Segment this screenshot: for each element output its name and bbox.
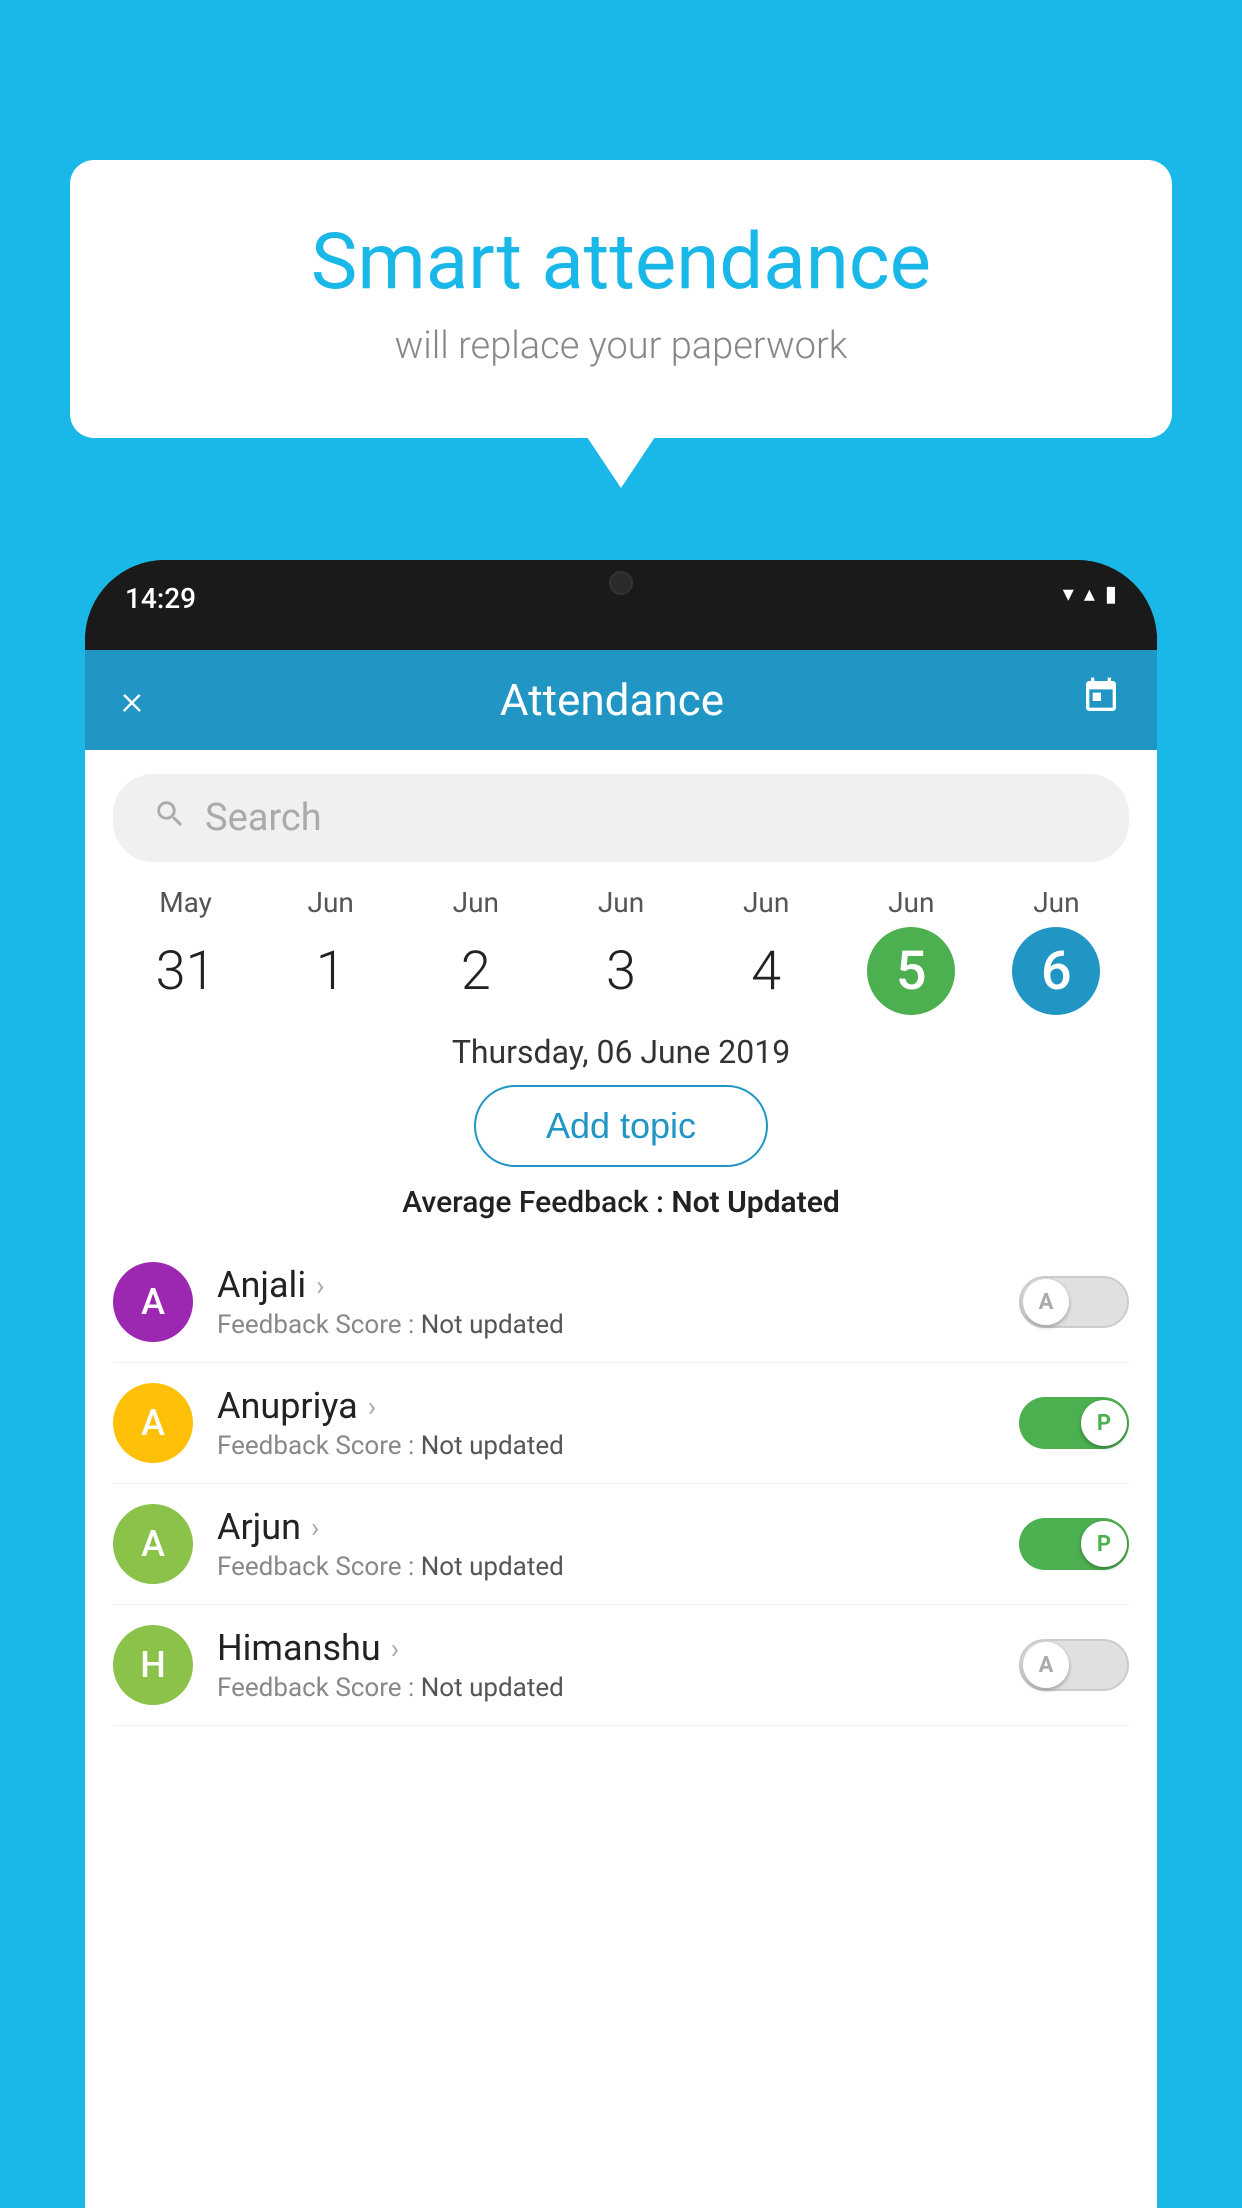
toggle-container-0[interactable]: A	[1019, 1276, 1129, 1328]
app-screen: × Attendance Search May31Jun1Jun2Jun3Jun…	[85, 650, 1157, 2208]
date-month-5: Jun	[839, 886, 984, 919]
battery-icon: ▮	[1105, 582, 1117, 607]
student-item-2: A Arjun › Feedback Score : Not updated P	[113, 1484, 1129, 1605]
app-header: × Attendance	[85, 650, 1157, 750]
student-avatar-3: H	[113, 1625, 193, 1705]
avg-feedback-value: Not Updated	[671, 1185, 839, 1220]
feedback-value-2: Not updated	[421, 1552, 564, 1582]
date-item-6[interactable]: Jun 6	[984, 886, 1129, 1015]
student-chevron-2: ›	[311, 1511, 319, 1544]
toggle-container-3[interactable]: A	[1019, 1639, 1129, 1691]
date-item-2[interactable]: Jun 2	[403, 886, 548, 1015]
student-avatar-2: A	[113, 1504, 193, 1584]
date-month-1: Jun	[258, 886, 403, 919]
student-feedback-0: Feedback Score : Not updated	[217, 1310, 1003, 1340]
date-strip: May 31 Jun 1 Jun 2 Jun 3 Jun 4 Jun 5 Jun 6	[85, 886, 1157, 1015]
phone-notch	[556, 560, 686, 606]
student-feedback-3: Feedback Score : Not updated	[217, 1673, 1003, 1703]
speech-bubble: Smart attendance will replace your paper…	[70, 160, 1172, 438]
student-feedback-1: Feedback Score : Not updated	[217, 1431, 1003, 1461]
student-item-1: A Anupriya › Feedback Score : Not updated P	[113, 1363, 1129, 1484]
date-number-2: 2	[432, 927, 520, 1015]
student-info-2[interactable]: Arjun › Feedback Score : Not updated	[217, 1506, 1003, 1582]
toggle-knob-1: P	[1081, 1400, 1127, 1446]
attendance-toggle-3[interactable]: A	[1019, 1639, 1129, 1691]
date-month-6: Jun	[984, 886, 1129, 919]
toggle-knob-2: P	[1081, 1521, 1127, 1567]
toggle-container-1[interactable]: P	[1019, 1397, 1129, 1449]
date-month-3: Jun	[548, 886, 693, 919]
phone-frame: 14:29 ▾ ▴ ▮ × Attendance	[85, 560, 1157, 2208]
status-time: 14:29	[125, 582, 196, 615]
date-month-0: May	[113, 886, 258, 919]
close-button[interactable]: ×	[121, 676, 143, 725]
student-item-0: A Anjali › Feedback Score : Not updated A	[113, 1242, 1129, 1363]
date-item-3[interactable]: Jun 3	[548, 886, 693, 1015]
date-number-4: 4	[722, 927, 810, 1015]
attendance-toggle-2[interactable]: P	[1019, 1518, 1129, 1570]
student-name-0: Anjali ›	[217, 1264, 1003, 1306]
date-item-1[interactable]: Jun 1	[258, 886, 403, 1015]
student-list: AAnjali ›Feedback Score : Not updatedAAA…	[85, 1242, 1157, 1726]
feedback-value-0: Not updated	[421, 1310, 564, 1340]
status-icons: ▾ ▴ ▮	[1063, 582, 1117, 607]
student-chevron-0: ›	[316, 1269, 324, 1302]
toggle-knob-0: A	[1023, 1279, 1069, 1325]
attendance-toggle-0[interactable]: A	[1019, 1276, 1129, 1328]
student-name-2: Arjun ›	[217, 1506, 1003, 1548]
student-feedback-2: Feedback Score : Not updated	[217, 1552, 1003, 1582]
header-title: Attendance	[500, 674, 724, 726]
date-month-2: Jun	[403, 886, 548, 919]
wifi-icon: ▾	[1063, 582, 1074, 607]
student-avatar-1: A	[113, 1383, 193, 1463]
avg-feedback-label: Average Feedback :	[402, 1185, 671, 1220]
student-name-3: Himanshu ›	[217, 1627, 1003, 1669]
student-info-3[interactable]: Himanshu › Feedback Score : Not updated	[217, 1627, 1003, 1703]
toggle-container-2[interactable]: P	[1019, 1518, 1129, 1570]
date-number-6: 6	[1012, 927, 1100, 1015]
date-item-4[interactable]: Jun 4	[694, 886, 839, 1015]
student-info-0[interactable]: Anjali › Feedback Score : Not updated	[217, 1264, 1003, 1340]
date-number-0: 31	[142, 927, 230, 1015]
bubble-title: Smart attendance	[150, 220, 1092, 306]
status-bar: 14:29 ▾ ▴ ▮	[85, 560, 1157, 650]
search-placeholder: Search	[205, 796, 322, 840]
date-month-4: Jun	[694, 886, 839, 919]
feedback-value-1: Not updated	[421, 1431, 564, 1461]
selected-date: Thursday, 06 June 2019	[85, 1033, 1157, 1071]
student-info-1[interactable]: Anupriya › Feedback Score : Not updated	[217, 1385, 1003, 1461]
attendance-toggle-1[interactable]: P	[1019, 1397, 1129, 1449]
student-chevron-1: ›	[368, 1390, 376, 1423]
date-number-1: 1	[287, 927, 375, 1015]
date-number-5: 5	[867, 927, 955, 1015]
student-avatar-0: A	[113, 1262, 193, 1342]
feedback-value-3: Not updated	[421, 1673, 564, 1703]
date-number-3: 3	[577, 927, 665, 1015]
calendar-icon[interactable]	[1081, 676, 1121, 725]
date-item-5[interactable]: Jun 5	[839, 886, 984, 1015]
date-item-0[interactable]: May 31	[113, 886, 258, 1015]
student-chevron-3: ›	[391, 1632, 399, 1665]
signal-icon: ▴	[1084, 582, 1095, 607]
student-item-3: H Himanshu › Feedback Score : Not updated A	[113, 1605, 1129, 1726]
add-topic-button[interactable]: Add topic	[474, 1085, 768, 1167]
search-bar[interactable]: Search	[113, 774, 1129, 862]
toggle-knob-3: A	[1023, 1642, 1069, 1688]
bubble-subtitle: will replace your paperwork	[150, 324, 1092, 368]
average-feedback: Average Feedback : Not Updated	[85, 1185, 1157, 1220]
front-camera	[609, 571, 633, 595]
student-name-1: Anupriya ›	[217, 1385, 1003, 1427]
search-icon	[153, 797, 187, 840]
